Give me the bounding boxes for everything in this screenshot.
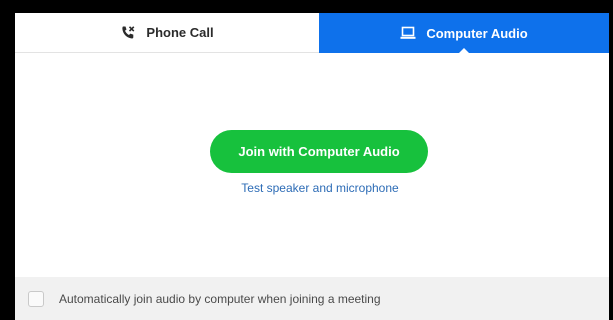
laptop-icon — [400, 26, 416, 40]
tab-phone-call-label: Phone Call — [146, 25, 214, 40]
auto-join-checkbox[interactable] — [28, 290, 44, 307]
footer-bar: Automatically join audio by computer whe… — [15, 277, 609, 320]
join-with-computer-audio-button[interactable]: Join with Computer Audio — [210, 130, 428, 173]
tab-computer-audio[interactable]: Computer Audio — [319, 13, 609, 54]
phone-icon — [120, 25, 136, 41]
audio-tabs: Phone Call Computer Audio — [15, 13, 609, 54]
tab-computer-audio-label: Computer Audio — [426, 25, 528, 41]
test-speaker-microphone-link[interactable]: Test speaker and microphone — [200, 181, 440, 195]
tab-phone-call[interactable]: Phone Call — [15, 13, 319, 53]
auto-join-label[interactable]: Automatically join audio by computer whe… — [59, 292, 381, 306]
